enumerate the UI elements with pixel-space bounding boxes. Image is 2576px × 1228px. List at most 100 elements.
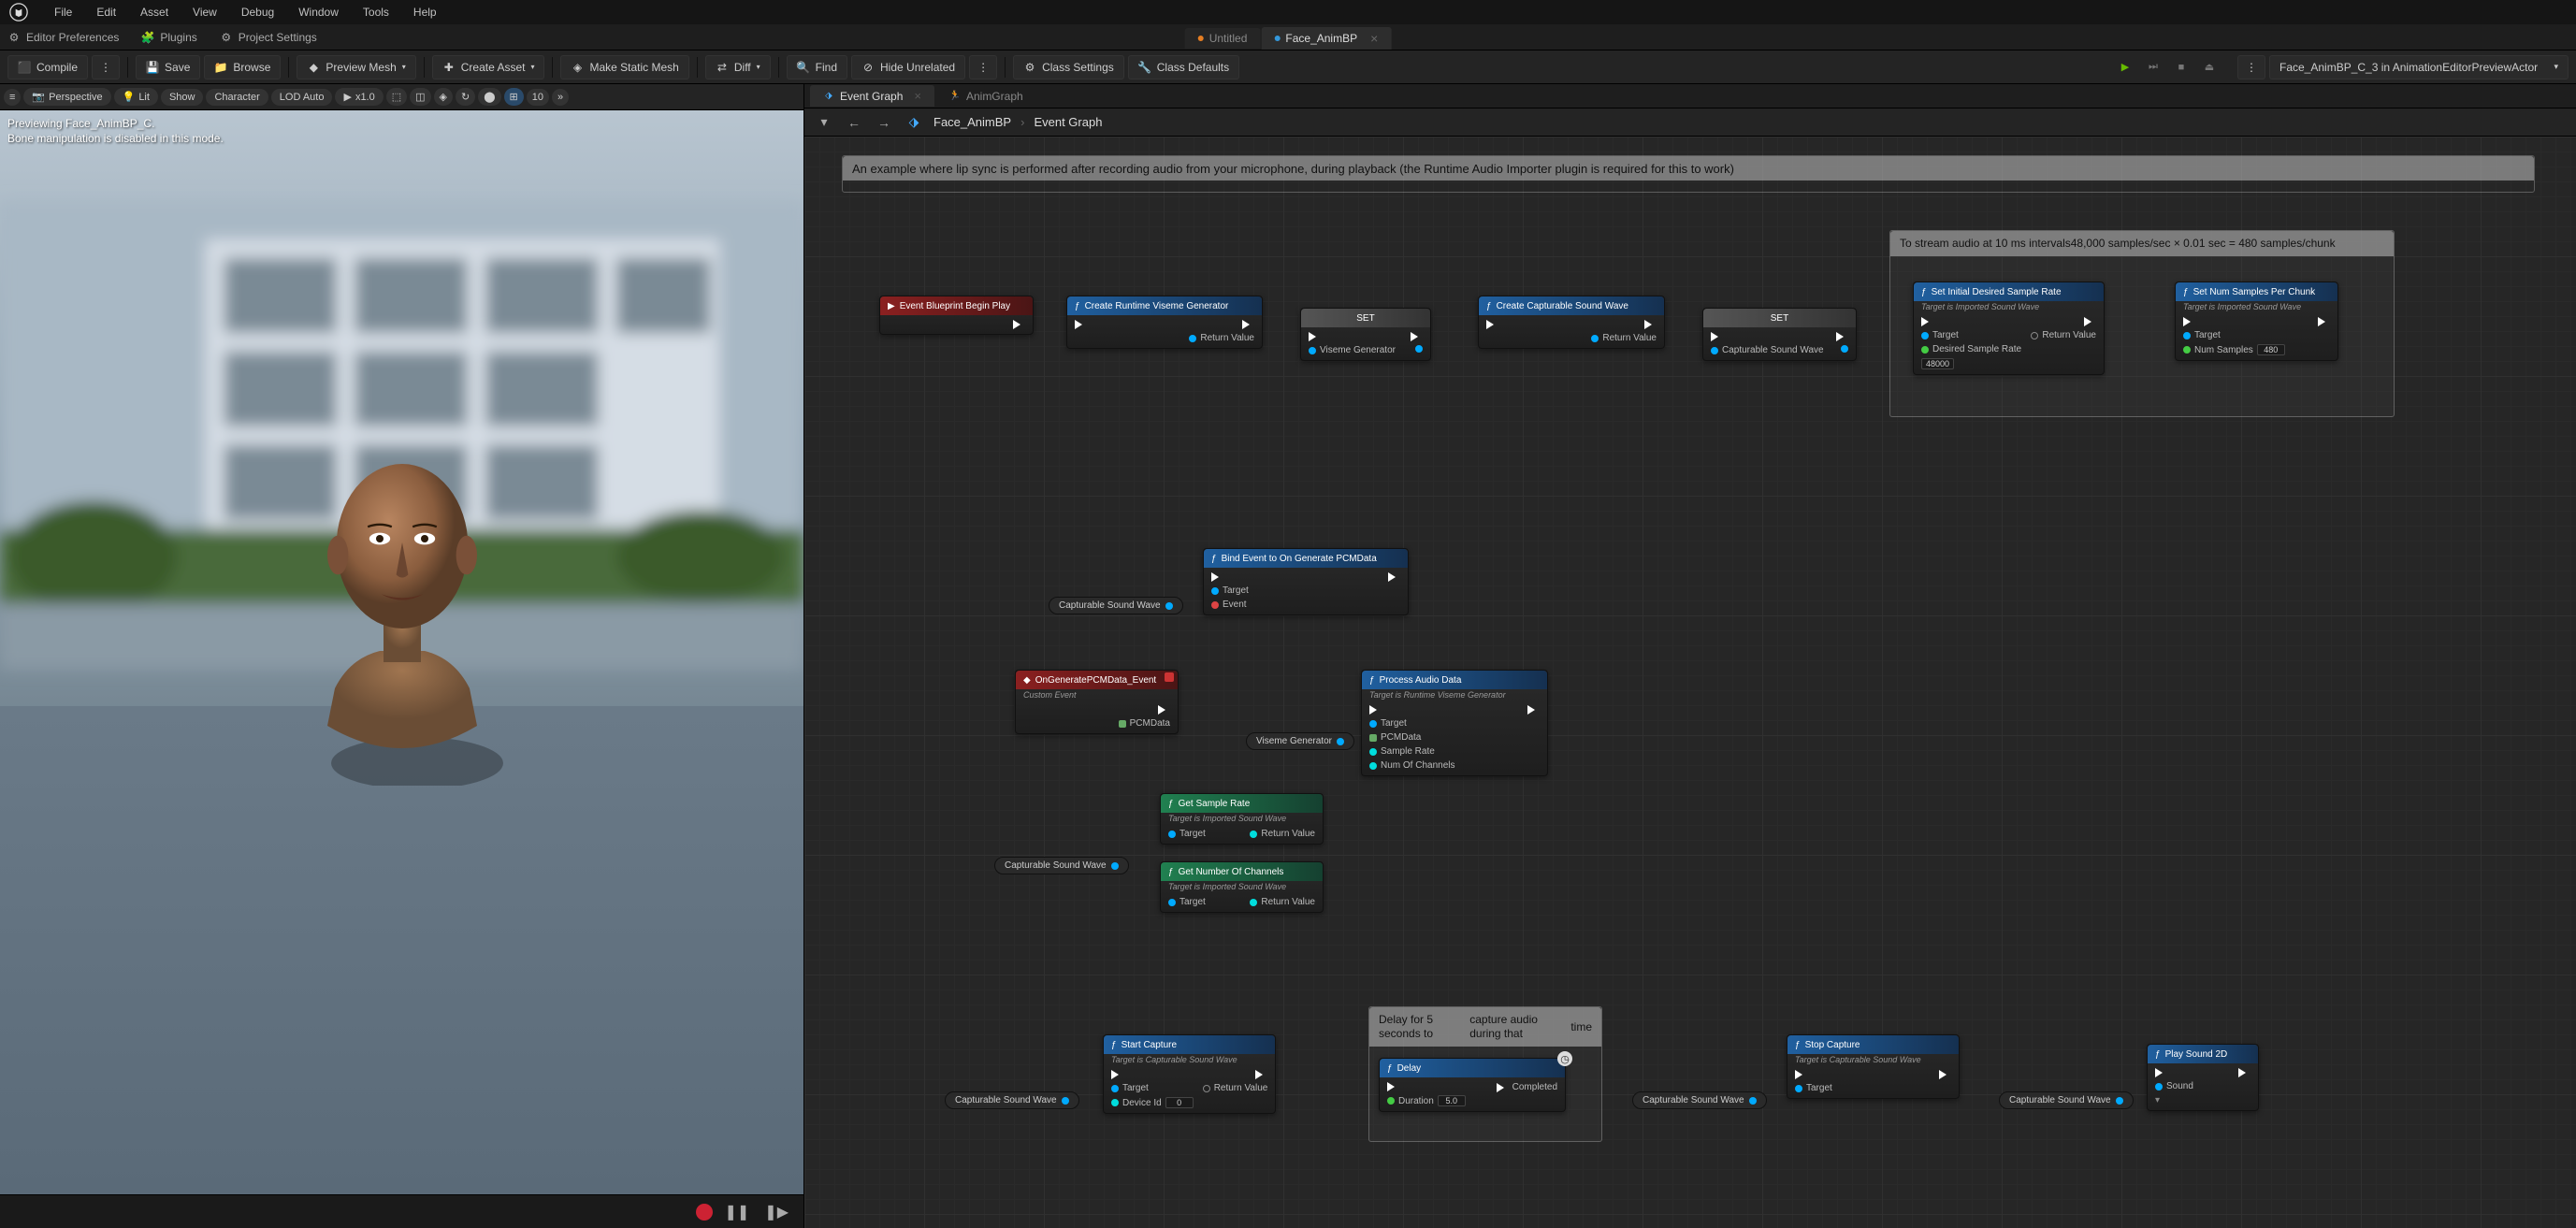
stop-button[interactable]: ■ (2168, 54, 2194, 80)
menu-asset[interactable]: Asset (129, 2, 180, 22)
create-asset-button[interactable]: ✚Create Asset▾ (432, 55, 545, 79)
record-button[interactable] (696, 1204, 713, 1221)
menu-window[interactable]: Window (287, 2, 350, 22)
node-get-sample-rate[interactable]: ƒGet Sample Rate Target is Imported Soun… (1160, 793, 1324, 845)
viewport-3d[interactable]: Previewing Face_AnimBP_C. Bone manipulat… (0, 110, 803, 1194)
node-ongenerate-event[interactable]: ◆OnGeneratePCMData_Event Custom Event PC… (1015, 670, 1179, 734)
menu-help[interactable]: Help (402, 2, 448, 22)
device-id-input[interactable]: 0 (1165, 1097, 1194, 1108)
node-stop-capture[interactable]: ƒStop Capture Target is Capturable Sound… (1787, 1034, 1960, 1099)
menu-tools[interactable]: Tools (352, 2, 400, 22)
breadcrumb-graph[interactable]: Event Graph (1034, 115, 1102, 129)
vp-tool-1[interactable]: ⬚ (386, 88, 407, 106)
chevron-icon: › (1020, 115, 1024, 129)
menu-edit[interactable]: Edit (85, 2, 127, 22)
eject-button[interactable]: ⏏ (2196, 54, 2222, 80)
hide-unrelated-button[interactable]: ⊘Hide Unrelated (851, 55, 965, 79)
debug-object-selector[interactable]: Face_AnimBP_C_3 in AnimationEditorPrevie… (2269, 55, 2569, 79)
compile-icon: ⬛ (18, 61, 31, 74)
blueprint-icon (1274, 36, 1280, 41)
browse-button[interactable]: 📁Browse (204, 55, 281, 79)
node-set-wave[interactable]: SET Capturable Sound Wave (1702, 308, 1857, 361)
node-set-sample-rate[interactable]: ƒSet Initial Desired Sample Rate Target … (1913, 282, 2105, 375)
var-capturable-3[interactable]: Capturable Sound Wave (945, 1091, 1079, 1109)
var-capturable-1[interactable]: Capturable Sound Wave (1049, 597, 1183, 614)
class-settings-button[interactable]: ⚙Class Settings (1013, 55, 1124, 79)
var-viseme[interactable]: Viseme Generator (1246, 732, 1354, 750)
perspective-button[interactable]: 📷 Perspective (23, 88, 110, 106)
viewport-options[interactable]: ≡ (4, 89, 21, 106)
editor-preferences-label: Editor Preferences (26, 31, 119, 44)
vp-tool-6[interactable]: ⊞ (504, 88, 524, 106)
class-defaults-button[interactable]: 🔧Class Defaults (1128, 55, 1239, 79)
plugins[interactable]: 🧩 Plugins (141, 31, 196, 44)
menu-file[interactable]: File (43, 2, 83, 22)
editor-preferences[interactable]: ⚙ Editor Preferences (7, 31, 119, 44)
mesh-icon: ◈ (571, 61, 584, 74)
character-button[interactable]: Character (206, 89, 268, 106)
comment-main[interactable]: An example where lip sync is performed a… (842, 155, 2535, 193)
vp-tool-3[interactable]: ◈ (434, 88, 453, 106)
breadcrumb-asset[interactable]: Face_AnimBP (933, 115, 1011, 129)
play-button[interactable]: ▶ (2112, 54, 2138, 80)
graph-canvas[interactable]: An example where lip sync is performed a… (804, 137, 2576, 1228)
plugin-icon: 🧩 (141, 31, 154, 44)
vp-tool-2[interactable]: ◫ (410, 88, 430, 106)
node-set-num-samples[interactable]: ƒSet Num Samples Per Chunk Target is Imp… (2175, 282, 2338, 361)
num-samples-input[interactable]: 480 (2257, 344, 2285, 355)
node-get-channels[interactable]: ƒGet Number Of Channels Target is Import… (1160, 861, 1324, 913)
compile-options[interactable]: ⋮ (92, 55, 120, 79)
find-button[interactable]: 🔍Find (787, 55, 847, 79)
diff-button[interactable]: ⇄Diff▾ (705, 55, 771, 79)
var-capturable-5[interactable]: Capturable Sound Wave (1999, 1091, 2134, 1109)
hide-icon: ⊘ (861, 61, 875, 74)
hide-options[interactable]: ⋮ (969, 55, 997, 79)
graph-icon: ⬗ (823, 91, 834, 102)
project-settings-label: Project Settings (239, 31, 317, 44)
node-create-viseme[interactable]: ƒCreate Runtime Viseme Generator Return … (1066, 296, 1263, 349)
breadcrumb-menu[interactable]: ▾ (814, 112, 834, 133)
var-capturable-4[interactable]: Capturable Sound Wave (1632, 1091, 1767, 1109)
tab-event-graph[interactable]: ⬗ Event Graph × (810, 85, 934, 107)
step-fwd-button[interactable]: ❚▶ (760, 1203, 792, 1221)
node-process-audio[interactable]: ƒProcess Audio Data Target is Runtime Vi… (1361, 670, 1548, 776)
pause-button[interactable]: ❚❚ (720, 1203, 753, 1221)
tab-anim-graph[interactable]: 🏃 AnimGraph (936, 86, 1036, 107)
nav-back[interactable]: ← (844, 112, 864, 133)
menu-view[interactable]: View (181, 2, 228, 22)
sample-rate-input[interactable]: 48000 (1921, 358, 1954, 369)
plugins-label: Plugins (160, 31, 196, 44)
latent-icon: ◷ (1557, 1051, 1572, 1066)
node-set-viseme[interactable]: SET Viseme Generator (1300, 308, 1431, 361)
grid-size[interactable]: 10 (527, 89, 549, 106)
compile-button[interactable]: ⬛Compile (7, 55, 88, 79)
step-button[interactable]: ⏭ (2140, 54, 2166, 80)
save-button[interactable]: 💾Save (136, 55, 200, 79)
node-delay[interactable]: ƒDelay Duration 5.0 Completed ◷ (1379, 1058, 1566, 1112)
title-tab-face-animbp[interactable]: Face_AnimBP × (1261, 27, 1391, 50)
vp-expand[interactable]: » (552, 89, 569, 106)
vp-tool-4[interactable]: ↻ (456, 88, 475, 106)
title-tab-untitled[interactable]: Untitled (1185, 28, 1261, 49)
node-play-sound[interactable]: ƒPlay Sound 2D Sound ▾ (2147, 1044, 2259, 1111)
play-options[interactable]: ⋮ (2237, 55, 2265, 79)
project-settings[interactable]: ⚙ Project Settings (220, 31, 317, 44)
lit-button[interactable]: 💡 Lit (114, 88, 158, 106)
node-begin-play[interactable]: ▶Event Blueprint Begin Play (879, 296, 1034, 335)
duration-input[interactable]: 5.0 (1438, 1095, 1466, 1106)
preview-mesh-button[interactable]: ◆Preview Mesh▾ (297, 55, 415, 79)
lod-button[interactable]: LOD Auto (271, 89, 333, 106)
node-bind-event[interactable]: ƒBind Event to On Generate PCMData Targe… (1203, 548, 1409, 615)
node-create-wave[interactable]: ƒCreate Capturable Sound Wave Return Val… (1478, 296, 1665, 349)
play-rate[interactable]: ▶ x1.0 (335, 88, 383, 106)
vp-tool-5[interactable]: ⬤ (478, 88, 500, 106)
make-static-mesh-button[interactable]: ◈Make Static Mesh (560, 55, 688, 79)
show-button[interactable]: Show (161, 89, 204, 106)
menu-debug[interactable]: Debug (230, 2, 285, 22)
node-start-capture[interactable]: ƒStart Capture Target is Capturable Soun… (1103, 1034, 1276, 1114)
close-icon[interactable]: × (1370, 31, 1378, 46)
close-icon[interactable]: × (914, 89, 921, 103)
nav-forward[interactable]: → (874, 112, 894, 133)
graph-icon: ⬗ (904, 112, 924, 133)
var-capturable-2[interactable]: Capturable Sound Wave (994, 857, 1129, 874)
